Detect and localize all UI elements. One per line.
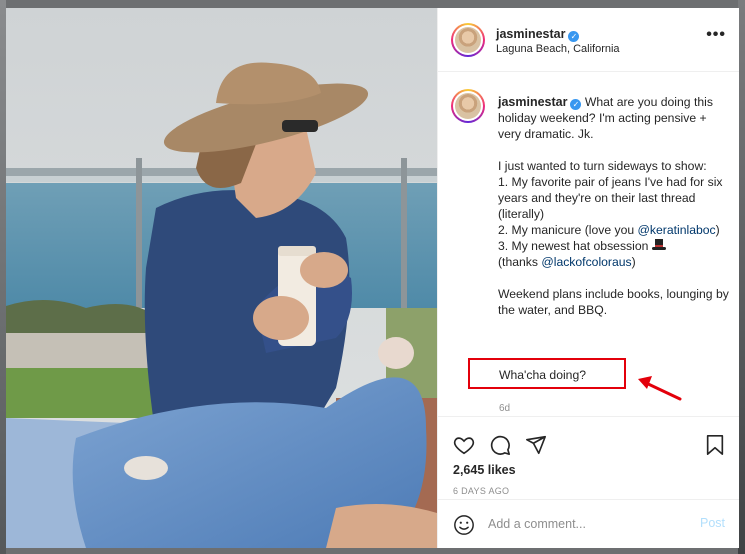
- backdrop-right-strip: [738, 0, 745, 554]
- verified-icon: ✓: [570, 99, 582, 110]
- caption-username[interactable]: jasminestar: [498, 95, 567, 109]
- avatar-image: [455, 27, 481, 53]
- post-header: jasminestar ✓ Laguna Beach, California ••…: [438, 8, 739, 72]
- red-arrow: [638, 376, 682, 401]
- verified-icon: ✓: [568, 31, 580, 42]
- caption-avatar[interactable]: [451, 89, 485, 123]
- post-date[interactable]: 6 DAYS AGO: [453, 486, 509, 496]
- caption: jasminestar ✓ What are you doing this hol…: [498, 94, 730, 318]
- top-hat-emoji: [651, 239, 666, 250]
- post-image: [6, 8, 437, 548]
- caption-item-1: 1. My favorite pair of jeans I've had fo…: [498, 175, 723, 221]
- header-username[interactable]: jasminestar: [496, 27, 565, 41]
- mention-lackofcoloraus[interactable]: @lackofcoloraus: [541, 255, 631, 269]
- post-sidebar: jasminestar ✓ Laguna Beach, California ••…: [437, 8, 739, 548]
- comments-area: jasminestar ✓ What are you doing this hol…: [438, 73, 739, 417]
- bookmark-icon[interactable]: [705, 434, 725, 456]
- heart-icon[interactable]: [453, 434, 475, 456]
- add-comment-input[interactable]: [488, 514, 688, 534]
- header-username-row: jasminestar ✓: [496, 25, 580, 43]
- more-options-icon[interactable]: •••: [706, 27, 726, 43]
- post-photo[interactable]: [6, 8, 437, 548]
- avatar-image: [455, 93, 481, 119]
- caption-thanks: (thanks: [498, 255, 538, 269]
- caption-weekend: Weekend plans include books, lounging by…: [498, 287, 729, 317]
- caption-question: Wha'cha doing?: [499, 368, 587, 382]
- location-link[interactable]: Laguna Beach, California: [496, 43, 620, 55]
- caption-item-3: 3. My newest hat obsession: [498, 239, 649, 253]
- caption-item-2: 2. My manicure (love you: [498, 223, 635, 237]
- comment-icon[interactable]: [489, 434, 511, 456]
- share-icon[interactable]: [525, 434, 547, 456]
- smiley-icon[interactable]: [453, 514, 475, 536]
- mention-keratinlaboc[interactable]: @keratinlaboc: [638, 223, 716, 237]
- post-button[interactable]: Post: [700, 516, 725, 530]
- caption-age[interactable]: 6d: [499, 403, 510, 414]
- caption-item-2-suffix: ): [715, 223, 720, 237]
- caption-thanks-suffix: ): [631, 255, 636, 269]
- add-comment-bar: Post: [438, 499, 739, 548]
- avatar[interactable]: [451, 23, 485, 57]
- post-modal: jasminestar ✓ Laguna Beach, California ••…: [6, 8, 739, 548]
- action-bar: 2,645 likes 6 DAYS AGO: [438, 416, 739, 506]
- caption-sideways: I just wanted to turn sideways to show:: [498, 159, 707, 173]
- like-count[interactable]: 2,645 likes: [453, 463, 516, 477]
